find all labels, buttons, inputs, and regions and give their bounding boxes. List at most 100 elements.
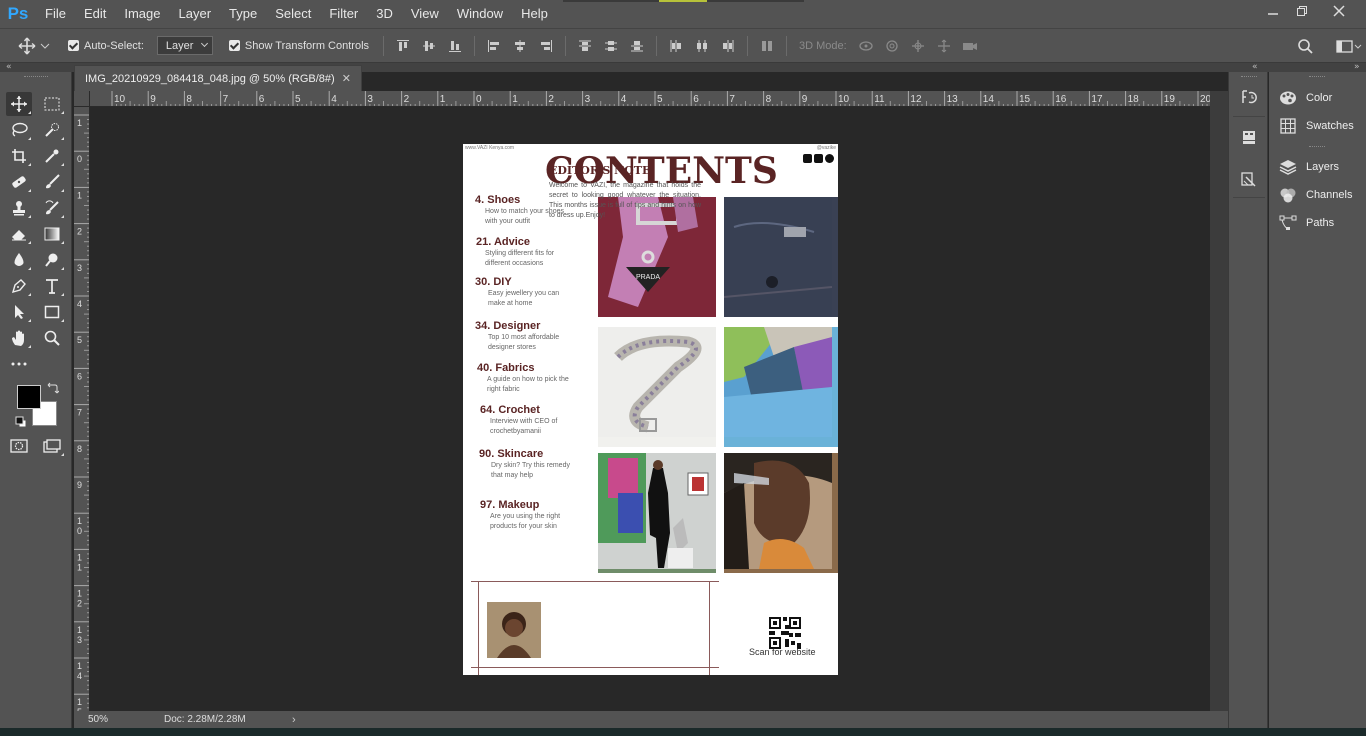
history-brush-tool-icon[interactable] — [39, 196, 65, 220]
clone-stamp-tool-icon[interactable] — [6, 196, 32, 220]
ruler-tick-label: 2 — [77, 227, 82, 237]
3d-camera-icon[interactable] — [957, 36, 983, 56]
menu-layer[interactable]: Layer — [170, 0, 221, 28]
app-logo: Ps — [7, 4, 29, 23]
3d-slide-icon[interactable] — [931, 36, 957, 56]
search-icon[interactable] — [1292, 36, 1318, 56]
type-tool-icon[interactable] — [39, 274, 65, 298]
distribute-left-icon[interactable] — [663, 36, 689, 56]
marquee-tool-icon[interactable] — [39, 92, 65, 116]
ruler-origin[interactable] — [74, 91, 90, 107]
menu-file[interactable]: File — [36, 0, 75, 28]
workspace-switcher-icon[interactable] — [1332, 36, 1366, 56]
ruler-tick-label: 1 — [77, 589, 82, 599]
zoom-tool-icon[interactable] — [39, 326, 65, 350]
screen-mode-icon[interactable] — [39, 434, 65, 458]
gradient-tool-icon[interactable] — [39, 222, 65, 246]
auto-select-dropdown[interactable]: Layer — [156, 36, 213, 55]
align-hcenter-icon[interactable] — [507, 36, 533, 56]
3d-orbit-icon[interactable] — [853, 36, 879, 56]
collapse-panels-icon[interactable]: « — [1252, 63, 1258, 72]
paths-panel-tab[interactable]: Paths — [1269, 210, 1366, 236]
align-vcenter-icon[interactable] — [416, 36, 442, 56]
properties-panel-icon[interactable] — [1237, 127, 1261, 149]
menu-view[interactable]: View — [402, 0, 448, 28]
editors-note-title: EDITOR'S NOTE — [549, 164, 651, 177]
restore-icon[interactable] — [1285, 0, 1319, 22]
history-panel-icon[interactable] — [1237, 86, 1261, 108]
crop-tool-icon[interactable] — [6, 144, 32, 168]
blur-tool-icon[interactable] — [6, 248, 32, 272]
canvas-area[interactable]: www.VAZI Kenya.com @vazike CONTENTS 4. S… — [90, 107, 1210, 711]
layers-panel-tab[interactable]: Layers — [1269, 154, 1366, 180]
3d-roll-icon[interactable] — [879, 36, 905, 56]
swap-colors-icon[interactable] — [47, 382, 60, 394]
twitter-icon — [825, 154, 834, 163]
distribute-right-icon[interactable] — [715, 36, 741, 56]
path-selection-tool-icon[interactable] — [6, 300, 32, 324]
default-colors-icon[interactable] — [15, 416, 27, 428]
ruler-tick-label: 0 — [77, 154, 82, 164]
collapse-tools-icon[interactable]: « — [6, 63, 12, 72]
toc-item: 30. DIY Easy jewellery you can make at h… — [475, 276, 570, 309]
ruler-vertical[interactable]: 10123456789101112131415 — [74, 107, 90, 711]
move-tool-preset-icon[interactable] — [18, 34, 58, 58]
close-icon[interactable] — [1322, 0, 1356, 22]
distribute-hcenter-icon[interactable] — [689, 36, 715, 56]
ruler-horizontal[interactable]: 10 9 8 7 6 5 4 3 2 1 0 1 2 3 4 5 6 7 8 9 10 11 12 13 14 15 16 17 18 1… — [90, 91, 1210, 107]
menu-3d[interactable]: 3D — [367, 0, 402, 28]
menu-help[interactable]: Help — [512, 0, 557, 28]
site-url: www.VAZI Kenya.com — [465, 145, 515, 151]
auto-align-icon[interactable] — [754, 36, 780, 56]
ruler-tick-label: 15 — [1019, 94, 1031, 105]
align-bottom-icon[interactable] — [442, 36, 468, 56]
pen-tool-icon[interactable] — [6, 274, 32, 298]
hand-tool-icon[interactable] — [6, 326, 32, 350]
toc-description: Styling different fits for different occ… — [485, 250, 555, 267]
align-right-icon[interactable] — [533, 36, 559, 56]
ruler-tick-label: 9 — [77, 480, 82, 490]
distribute-bottom-icon[interactable] — [624, 36, 650, 56]
menu-image[interactable]: Image — [115, 0, 169, 28]
menu-edit[interactable]: Edit — [75, 0, 115, 28]
toc-item: 90. Skincare Dry skin? Try this remedy t… — [479, 448, 573, 481]
expand-panels-icon[interactable]: » — [1354, 63, 1360, 72]
more-tools-icon[interactable] — [6, 352, 32, 376]
menu-window[interactable]: Window — [448, 0, 512, 28]
move-tool-icon[interactable] — [6, 92, 32, 116]
close-document-icon[interactable]: ✕ — [342, 72, 351, 85]
eraser-tool-icon[interactable] — [6, 222, 32, 246]
menu-bar: Ps File Edit Image Layer Type Select Fil… — [0, 0, 1366, 28]
show-transform-checkbox[interactable]: Show Transform Controls — [228, 40, 369, 52]
distribute-top-icon[interactable] — [572, 36, 598, 56]
brush-tool-icon[interactable] — [39, 170, 65, 194]
3d-pan-icon[interactable] — [905, 36, 931, 56]
align-left-icon[interactable] — [481, 36, 507, 56]
document-tab[interactable]: IMG_20210929_084418_048.jpg @ 50% (RGB/8… — [74, 65, 362, 91]
auto-select-checkbox[interactable]: Auto-Select: — [68, 40, 144, 52]
toc-description: Are you using the right products for you… — [490, 513, 561, 530]
menu-filter[interactable]: Filter — [320, 0, 367, 28]
ruler-tick-label: 18 — [1128, 94, 1140, 105]
vertical-scrollbar[interactable] — [1210, 91, 1228, 711]
healing-brush-tool-icon[interactable] — [6, 170, 32, 194]
channels-panel-tab[interactable]: Channels — [1269, 182, 1366, 208]
align-top-icon[interactable] — [390, 36, 416, 56]
libraries-panel-icon[interactable] — [1237, 169, 1261, 191]
zoom-level[interactable]: 50% — [88, 714, 164, 725]
toc-description: Easy jewellery you can make at home — [488, 290, 560, 307]
eyedropper-tool-icon[interactable] — [39, 144, 65, 168]
lasso-tool-icon[interactable] — [6, 118, 32, 142]
rectangle-tool-icon[interactable] — [39, 300, 65, 324]
ruler-tick-label: 11 — [874, 94, 885, 105]
menu-select[interactable]: Select — [266, 0, 320, 28]
dodge-tool-icon[interactable] — [39, 248, 65, 272]
color-panel-tab[interactable]: Color — [1269, 85, 1366, 111]
quick-mask-icon[interactable] — [6, 434, 32, 458]
status-menu-arrow-icon[interactable]: › — [292, 714, 296, 726]
menu-type[interactable]: Type — [220, 0, 266, 28]
distribute-vcenter-icon[interactable] — [598, 36, 624, 56]
foreground-color-swatch[interactable] — [17, 385, 41, 409]
quick-selection-tool-icon[interactable] — [39, 118, 65, 142]
swatches-panel-tab[interactable]: Swatches — [1269, 113, 1366, 139]
